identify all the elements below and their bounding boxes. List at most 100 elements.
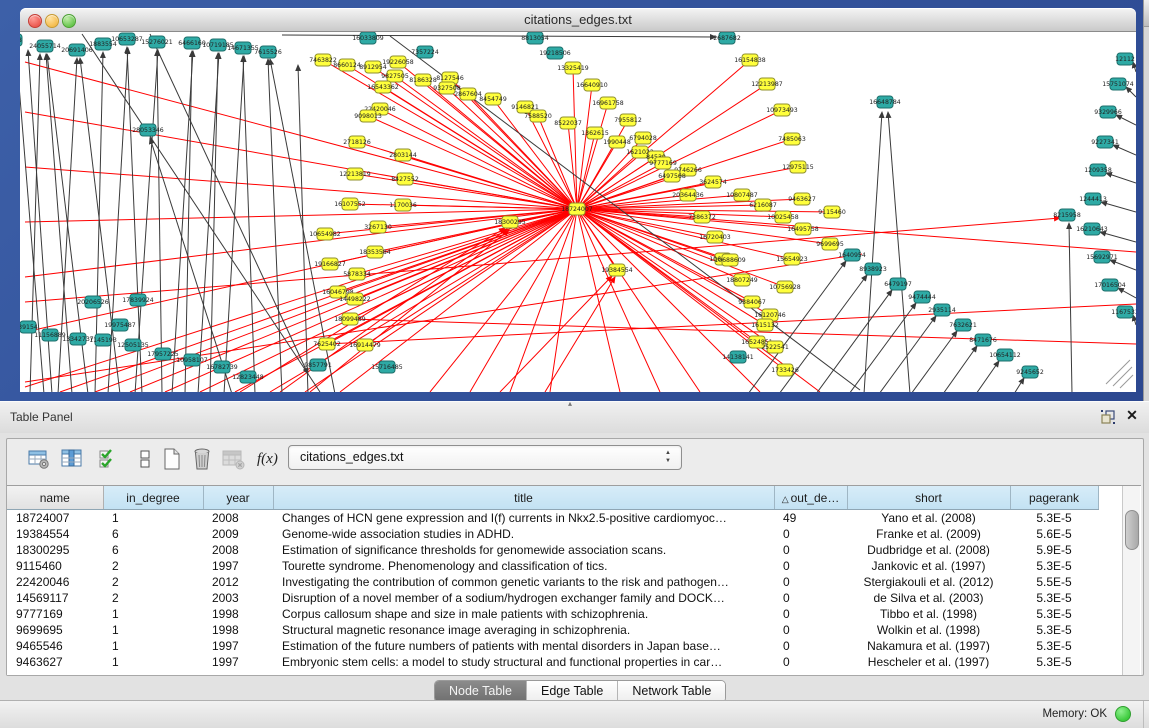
network-node[interactable]: 9384067 xyxy=(738,296,766,308)
network-node[interactable]: 1990448 xyxy=(603,136,631,148)
network-node[interactable]: 9463627 xyxy=(788,193,816,205)
network-node[interactable]: 20691406 xyxy=(61,44,93,56)
network-node[interactable]: 13325419 xyxy=(557,62,589,74)
network-node[interactable]: 8454749 xyxy=(479,93,507,105)
network-node[interactable]: 10025458 xyxy=(767,211,799,223)
network-node[interactable]: 12975115 xyxy=(782,161,814,173)
network-node[interactable]: 16961758 xyxy=(592,97,624,109)
column-header-pagerank[interactable]: pagerank xyxy=(1010,486,1098,510)
column-header-out_de[interactable]: △out_de… xyxy=(774,486,847,510)
network-node[interactable]: 10654112 xyxy=(989,349,1021,361)
table-row[interactable]: 911546021997Tourette syndrome. Phenomeno… xyxy=(7,558,1098,574)
network-node[interactable]: 16154838 xyxy=(734,54,766,66)
network-node[interactable]: 15276021 xyxy=(141,36,173,48)
network-node[interactable]: 12112 xyxy=(1115,53,1135,65)
delete-table-icon[interactable] xyxy=(190,447,216,473)
window-titlebar[interactable]: citations_edges.txt xyxy=(20,8,1136,32)
column-visibility-icon[interactable] xyxy=(60,447,86,473)
network-node[interactable]: 3624574 xyxy=(699,176,727,188)
canvas-resize-grip[interactable] xyxy=(1106,360,1133,388)
network-node[interactable]: 12213987 xyxy=(751,78,783,90)
network-node[interactable]: 8471676 xyxy=(969,334,997,346)
table-row[interactable]: 969969511998Structural magnetic resonanc… xyxy=(7,622,1098,638)
network-node[interactable]: 3267130 xyxy=(364,221,392,233)
network-node[interactable]: 6794028 xyxy=(629,132,657,144)
function-builder-icon[interactable]: f(x) xyxy=(257,451,283,477)
network-node[interactable]: 1167533 xyxy=(1111,306,1136,318)
new-table-icon[interactable] xyxy=(160,447,186,473)
table-row[interactable]: 946554611997Estimation of the future num… xyxy=(7,638,1098,654)
column-header-year[interactable]: year xyxy=(203,486,273,510)
select-columns-checks-icon[interactable] xyxy=(97,447,123,473)
network-node[interactable]: 19218506 xyxy=(539,47,571,59)
network-node[interactable]: 5878334 xyxy=(343,268,371,280)
table-row[interactable]: 1938455462009Genome-wide association stu… xyxy=(7,526,1098,542)
network-node[interactable]: 10973493 xyxy=(766,104,798,116)
network-node[interactable]: 9699695 xyxy=(816,238,844,250)
network-node[interactable]: 19975487 xyxy=(104,319,136,331)
network-node[interactable]: 1244413 xyxy=(1079,193,1107,205)
network-node[interactable]: 1209358 xyxy=(1084,164,1112,176)
scrollbar-thumb[interactable] xyxy=(1125,510,1139,550)
table-row[interactable]: 1456911722003Disruption of a novel membe… xyxy=(7,590,1098,606)
vertical-scrollbar[interactable] xyxy=(1122,486,1140,675)
network-node[interactable]: 16640910 xyxy=(576,79,608,91)
network-node[interactable]: 7632621 xyxy=(949,319,977,331)
network-node[interactable]: 12505135 xyxy=(117,339,149,351)
network-node[interactable]: 1640954 xyxy=(838,249,866,261)
close-panel-icon[interactable]: ✕ xyxy=(1124,407,1140,423)
table-row[interactable]: 1872400712008Changes of HCN gene express… xyxy=(7,510,1098,527)
network-node[interactable]: 8660124 xyxy=(333,59,361,71)
network-node[interactable]: 16720403 xyxy=(699,231,731,243)
network-node[interactable]: 6479197 xyxy=(884,278,912,290)
network-node[interactable]: 12823448 xyxy=(232,371,264,383)
column-header-short[interactable]: short xyxy=(847,486,1010,510)
network-node[interactable]: 8522037 xyxy=(554,117,582,129)
network-node[interactable]: 8813054 xyxy=(521,32,549,44)
table-row[interactable]: 946362711997Embryonic stem cells: a mode… xyxy=(7,654,1098,670)
tab-node-table[interactable]: Node Table xyxy=(435,681,526,702)
tab-network-table[interactable]: Network Table xyxy=(617,681,725,702)
network-node[interactable]: 9474444 xyxy=(908,291,936,303)
network-node[interactable]: 1733426 xyxy=(771,364,799,376)
network-node[interactable]: 19166827 xyxy=(314,258,346,270)
network-node[interactable]: 12213819 xyxy=(339,168,371,180)
table-selector-dropdown[interactable]: citations_edges.txt ▲▼ xyxy=(288,445,682,470)
table-row[interactable]: 977716911998Corpus callosum shape and si… xyxy=(7,606,1098,622)
network-node[interactable]: 9827505 xyxy=(381,70,409,82)
network-node[interactable]: 8938923 xyxy=(859,263,887,275)
network-node[interactable]: 16107552 xyxy=(334,198,366,210)
network-node[interactable]: 9115460 xyxy=(818,206,846,218)
network-node[interactable]: 7485063 xyxy=(778,133,806,145)
network-node[interactable]: 7955812 xyxy=(614,114,642,126)
network-node[interactable]: 10807487 xyxy=(726,189,758,201)
network-node[interactable]: 16543362 xyxy=(367,81,399,93)
network-node[interactable]: 2718126 xyxy=(343,136,371,148)
network-node[interactable]: 7357224 xyxy=(411,46,439,58)
network-node[interactable]: 15751074 xyxy=(1102,78,1134,90)
network-node[interactable]: 16033809 xyxy=(352,32,384,44)
network-node[interactable]: 28053346 xyxy=(132,124,164,136)
network-node[interactable]: 14138141 xyxy=(722,351,754,363)
float-panel-icon[interactable] xyxy=(1100,409,1116,425)
network-node[interactable]: 19226058 xyxy=(382,56,414,68)
rows-mode-icon[interactable] xyxy=(133,447,159,473)
network-node[interactable]: 19384554 xyxy=(601,264,633,276)
network-node[interactable]: 8818 xyxy=(20,34,22,46)
network-node[interactable]: 1170036 xyxy=(389,199,417,211)
network-node[interactable]: 9245652 xyxy=(1016,366,1044,378)
column-header-in_degree[interactable]: in_degree xyxy=(103,486,203,510)
network-node[interactable]: 8215958 xyxy=(1053,209,1081,221)
network-node[interactable]: 10958107 xyxy=(176,354,208,366)
tab-edge-table[interactable]: Edge Table xyxy=(526,681,617,702)
table-settings-icon[interactable] xyxy=(27,447,53,473)
network-canvas[interactable]: 8818240557142069140618835541065328715276… xyxy=(20,32,1136,392)
column-header-name[interactable]: name xyxy=(7,486,103,510)
network-node[interactable]: 16495758 xyxy=(787,223,819,235)
column-header-title[interactable]: title xyxy=(273,486,774,510)
table-row[interactable]: 2242004622012Investigating the contribut… xyxy=(7,574,1098,590)
split-divider-handle-icon[interactable]: ▴ xyxy=(568,399,572,408)
network-node[interactable]: 15716485 xyxy=(371,361,403,373)
network-node[interactable]: 16914479 xyxy=(349,339,381,351)
table-row[interactable]: 1830029562008Estimation of significance … xyxy=(7,542,1098,558)
